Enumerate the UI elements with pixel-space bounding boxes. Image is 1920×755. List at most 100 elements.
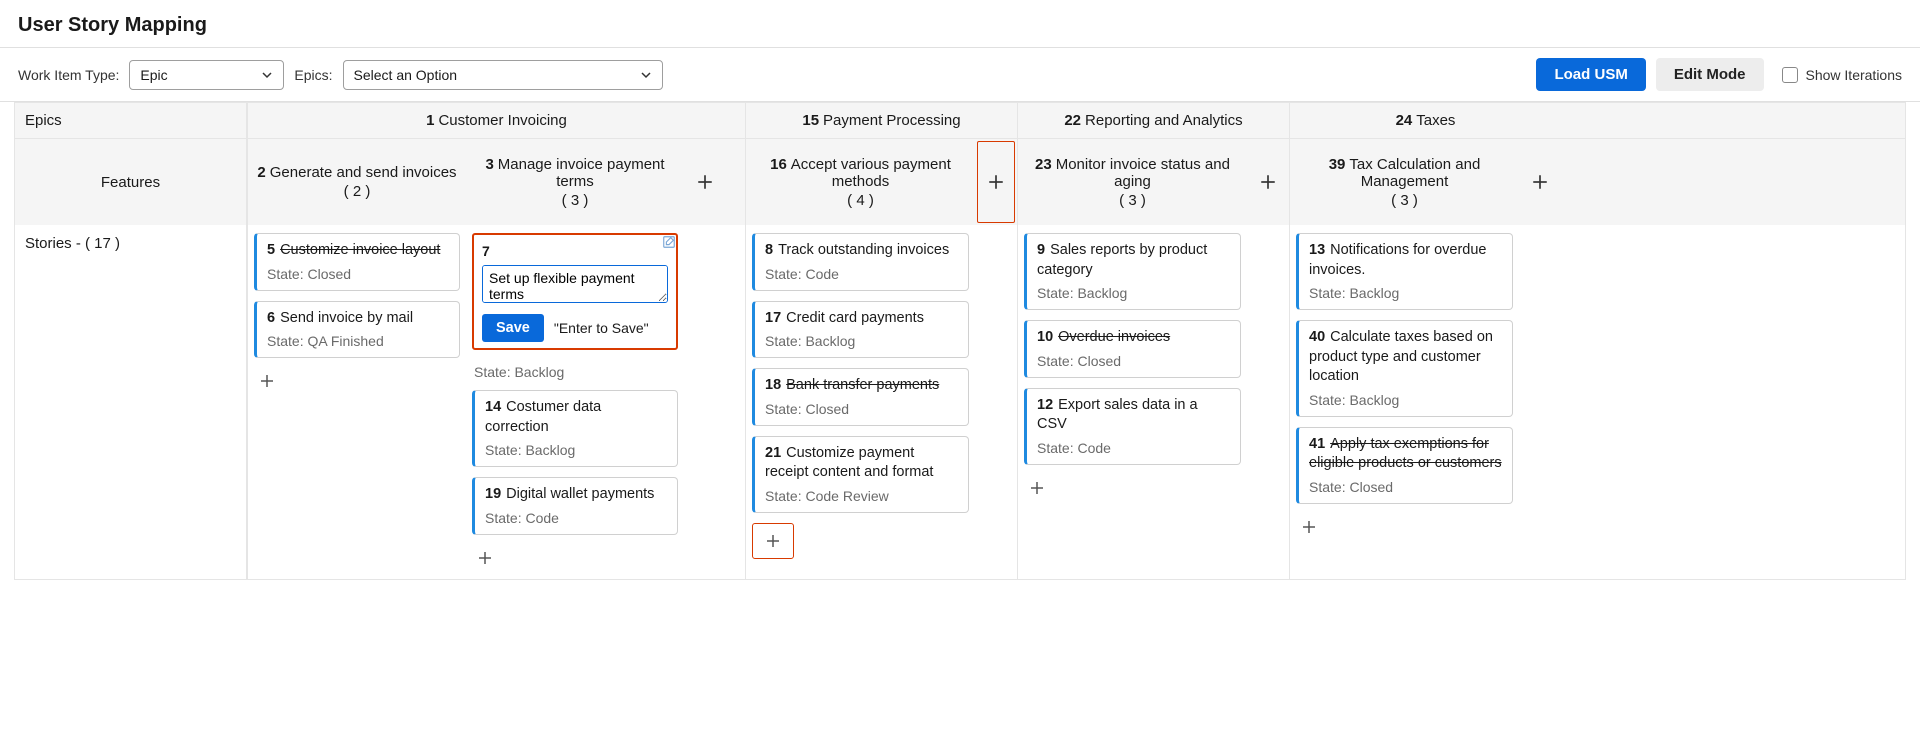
story-column-f23: 9Sales reports by product category State… <box>1018 225 1247 579</box>
story-state: State: Backlog <box>1309 392 1502 408</box>
feature-count: ( 2 ) <box>344 183 371 200</box>
story-state: State: Backlog <box>485 442 667 458</box>
epic-cell[interactable]: 22Reporting and Analytics <box>1017 103 1289 138</box>
story-column-f2: 5Customize invoice layout State: Closed … <box>248 225 466 579</box>
story-card[interactable]: 9Sales reports by product category State… <box>1024 233 1241 310</box>
story-card[interactable]: 12Export sales data in a CSV State: Code <box>1024 388 1241 465</box>
story-title: Track outstanding invoices <box>778 242 949 258</box>
usm-board: Epics 1Customer Invoicing 15Payment Proc… <box>14 102 1906 580</box>
page-title: User Story Mapping <box>0 0 1920 47</box>
story-id: 19 <box>485 486 501 502</box>
story-title-input[interactable] <box>482 265 668 303</box>
epic-cell[interactable]: 24Taxes <box>1289 103 1561 138</box>
story-state: State: Closed <box>1309 479 1502 495</box>
feature-title: Accept various payment methods <box>791 156 951 190</box>
work-item-type-select[interactable]: Epic <box>129 60 284 90</box>
epic-title: Customer Invoicing <box>438 112 566 129</box>
work-item-type-label: Work Item Type: <box>18 67 119 83</box>
epic-title: Payment Processing <box>823 112 961 129</box>
toolbar: Work Item Type: Epic Epics: Select an Op… <box>0 47 1920 102</box>
epic-cell[interactable]: 15Payment Processing <box>745 103 1017 138</box>
feature-count: ( 3 ) <box>1391 192 1418 209</box>
story-edit-card[interactable]: 7 Save "Enter to Save" <box>472 233 678 350</box>
story-state: State: Backlog <box>472 360 678 380</box>
plus-icon <box>765 533 781 549</box>
story-id: 5 <box>267 242 275 258</box>
story-state: State: Closed <box>1037 353 1230 369</box>
story-column-f3: 7 Save "Enter to Save" State: Backlog 14… <box>466 225 684 579</box>
story-state: State: Closed <box>765 401 958 417</box>
load-usm-button[interactable]: Load USM <box>1536 58 1645 91</box>
story-card[interactable]: 6Send invoice by mail State: QA Finished <box>254 301 460 359</box>
add-story-button[interactable] <box>1296 514 1322 540</box>
save-button[interactable]: Save <box>482 314 544 342</box>
story-card[interactable]: 19Digital wallet payments State: Code <box>472 477 678 535</box>
plus-icon <box>987 173 1005 191</box>
story-card[interactable]: 14Costumer data correction State: Backlo… <box>472 390 678 467</box>
feature-count: ( 4 ) <box>847 192 874 209</box>
feature-cell[interactable]: 3Manage invoice payment terms ( 3 ) <box>466 139 684 225</box>
features-row: Features 2Generate and send invoices ( 2… <box>15 139 1905 225</box>
epic-id: 15 <box>802 112 819 129</box>
add-story-button-highlighted[interactable] <box>752 523 794 559</box>
story-title: Customize invoice layout <box>280 242 440 258</box>
feature-cell[interactable]: 39Tax Calculation and Management ( 3 ) <box>1290 139 1519 225</box>
add-story-button[interactable] <box>1024 475 1050 501</box>
story-id: 12 <box>1037 397 1053 413</box>
epic-cell[interactable]: 1Customer Invoicing <box>247 103 745 138</box>
plus-icon <box>1259 173 1277 191</box>
stories-row-label: Stories - ( 17 ) <box>15 225 247 579</box>
epics-row: Epics 1Customer Invoicing 15Payment Proc… <box>15 102 1905 139</box>
feature-cell[interactable]: 23Monitor invoice status and aging ( 3 ) <box>1018 139 1247 225</box>
story-card[interactable]: 5Customize invoice layout State: Closed <box>254 233 460 291</box>
add-feature-button[interactable] <box>1255 169 1281 195</box>
add-feature-button[interactable] <box>1527 169 1553 195</box>
work-item-type-value: Epic <box>140 67 167 83</box>
story-card[interactable]: 18 Bank transfer payments State: Closed <box>752 368 969 426</box>
epic-id: 1 <box>426 112 434 129</box>
story-card[interactable]: 10Overdue invoices State: Closed <box>1024 320 1241 378</box>
story-edit-id: 7 <box>482 243 490 259</box>
story-card[interactable]: 13Notifications for overdue invoices. St… <box>1296 233 1513 310</box>
feature-cell[interactable]: 2Generate and send invoices ( 2 ) <box>248 139 466 225</box>
story-state: State: Code <box>765 266 958 282</box>
plus-icon <box>1301 519 1317 535</box>
feature-cell[interactable]: 16Accept various payment methods ( 4 ) <box>746 139 975 225</box>
feature-title: Generate and send invoices <box>270 164 457 181</box>
epics-select[interactable]: Select an Option <box>343 60 663 90</box>
epics-label: Epics: <box>294 67 332 83</box>
show-iterations-checkbox[interactable] <box>1782 67 1798 83</box>
story-card[interactable]: 41Apply tax exemptions for eligible prod… <box>1296 427 1513 504</box>
story-column-f39: 13Notifications for overdue invoices. St… <box>1290 225 1519 579</box>
add-story-button[interactable] <box>472 545 498 571</box>
edit-mode-button[interactable]: Edit Mode <box>1656 58 1764 91</box>
story-card[interactable]: 8 Track outstanding invoices State: Code <box>752 233 969 291</box>
story-title: Sales reports by product category <box>1037 242 1207 278</box>
story-column-f16: 8Track outstanding invoices State: Code … <box>746 225 975 579</box>
add-feature-button[interactable] <box>692 169 718 195</box>
story-state: State: QA Finished <box>267 333 449 349</box>
story-id: 8 <box>765 242 773 258</box>
epic-title: Taxes <box>1416 112 1455 129</box>
feature-id: 16 <box>770 156 787 173</box>
story-title: Export sales data in a CSV <box>1037 397 1198 433</box>
feature-title: Manage invoice payment terms <box>498 156 665 190</box>
add-story-button[interactable] <box>254 368 280 394</box>
story-card[interactable]: 40Calculate taxes based on product type … <box>1296 320 1513 417</box>
chevron-down-icon <box>261 69 273 81</box>
story-card[interactable]: 17Credit card payments State: Backlog <box>752 301 969 359</box>
story-card[interactable]: 21Customize payment receipt content and … <box>752 436 969 513</box>
plus-icon <box>1029 480 1045 496</box>
story-id: 10 <box>1037 329 1053 345</box>
feature-title: Tax Calculation and Management <box>1349 156 1480 190</box>
add-feature-button-highlighted[interactable] <box>983 169 1009 195</box>
story-title: Bank transfer payments <box>786 377 939 393</box>
features-row-label: Features <box>15 139 247 225</box>
epic-id: 22 <box>1064 112 1081 129</box>
story-title: Credit card payments <box>786 310 924 326</box>
story-id: 18 <box>765 377 781 393</box>
epics-select-value: Select an Option <box>354 67 458 83</box>
story-state: State: Backlog <box>1037 285 1230 301</box>
story-id: 9 <box>1037 242 1045 258</box>
feature-count: ( 3 ) <box>562 192 589 209</box>
